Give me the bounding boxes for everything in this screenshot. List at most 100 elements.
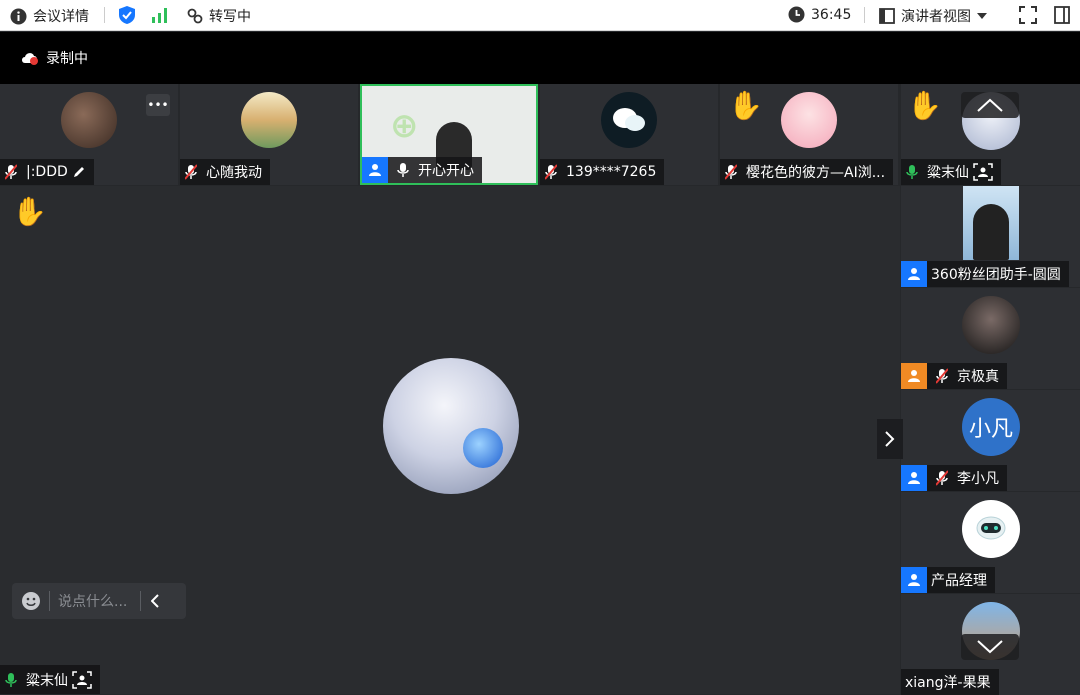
participant-label: xiang洋-果果 (901, 669, 999, 695)
mic-muted-icon (720, 159, 742, 185)
host-icon (362, 157, 388, 183)
video-person (973, 204, 1009, 260)
avatar-initials: 小凡 (968, 417, 1013, 442)
avatar (962, 296, 1020, 354)
chevron-up-icon (977, 98, 1003, 112)
chevron-down-icon (977, 640, 1003, 654)
speaker-label: 粱末仙 (0, 665, 100, 694)
participant-name: 心随我动 (206, 165, 262, 181)
transcribe-button[interactable]: 转写中 (187, 6, 251, 26)
avatar (61, 92, 117, 148)
cloud-record-icon (22, 53, 38, 65)
participant-tile[interactable]: 139****7265 (540, 84, 718, 185)
participant-name: 开心开心 (418, 163, 474, 179)
chat-bubble-icon (613, 108, 645, 131)
next-page-button[interactable] (877, 419, 903, 459)
participant-label: 开心开心 (362, 157, 482, 183)
participant-name: 139****7265 (566, 164, 657, 180)
participant-tile[interactable]: 360粉丝团助手-圆圆 (901, 186, 1080, 287)
mic-icon (901, 159, 923, 185)
avatar (781, 92, 837, 148)
screen-share-icon (973, 163, 993, 181)
participant-label: 粱末仙 (901, 159, 1001, 185)
participant-name: 李小凡 (957, 471, 999, 487)
mic-muted-icon (180, 159, 202, 185)
participant-label: |:DDD (0, 159, 94, 185)
participant-name: 粱末仙 (927, 165, 969, 181)
screen-share-icon (72, 670, 92, 689)
avatar (601, 92, 657, 148)
clock-icon (788, 6, 805, 23)
raised-hand-icon: ✋ (12, 195, 47, 228)
participant-name: 360粉丝团助手-圆圆 (931, 267, 1061, 283)
mic-muted-icon (0, 159, 22, 185)
emoji-icon[interactable] (21, 591, 41, 611)
participant-tile[interactable]: 小凡 李小凡 (901, 390, 1080, 491)
participant-name: 京极真 (957, 369, 999, 385)
chat-input-bar[interactable]: 说点什么... (12, 583, 186, 619)
info-icon (10, 8, 27, 24)
speaker-avatar (383, 358, 519, 494)
participant-tile[interactable]: 产品经理 (901, 492, 1080, 593)
participant-tile-active[interactable]: ⊕ 开心开心 (360, 84, 538, 185)
avatar (241, 92, 297, 148)
avatar: 小凡 (962, 398, 1020, 456)
mic-icon (392, 157, 414, 183)
participant-label: 360粉丝团助手-圆圆 (901, 261, 1069, 287)
participant-label: 李小凡 (901, 465, 1007, 491)
side-panel-icon[interactable] (1054, 6, 1070, 24)
divider (104, 7, 105, 23)
participant-name: |:DDD (26, 164, 68, 180)
robot-icon (976, 516, 1006, 540)
avatar (962, 500, 1020, 558)
shield-icon[interactable] (118, 5, 136, 25)
participant-tile[interactable]: 京极真 (901, 288, 1080, 389)
view-mode-label: 演讲者视图 (901, 9, 971, 25)
signal-icon[interactable] (151, 6, 169, 24)
divider (864, 7, 865, 23)
recording-label: 录制中 (46, 51, 88, 67)
view-mode-dropdown[interactable]: 演讲者视图 (879, 6, 987, 26)
participant-tile[interactable]: ••• |:DDD (0, 84, 178, 185)
scroll-down-button[interactable] (961, 634, 1019, 660)
transcribe-icon (187, 8, 203, 23)
host-icon (901, 567, 927, 593)
participant-label: 京极真 (901, 363, 1007, 389)
divider (140, 591, 141, 611)
mic-muted-icon (931, 465, 953, 491)
participant-tile[interactable]: ✋ 粱末仙 (901, 84, 1080, 185)
participant-name: 樱花色的彼方—AI浏... (746, 165, 886, 181)
mic-icon (0, 667, 22, 693)
participant-name: 产品经理 (931, 573, 987, 589)
mic-muted-icon (931, 363, 953, 389)
participant-tile[interactable]: ✋ 樱花色的彼方—AI浏... (720, 84, 898, 185)
fullscreen-icon[interactable] (1019, 6, 1037, 24)
meeting-details-label: 会议详情 (33, 9, 89, 25)
meeting-details-button[interactable]: 会议详情 (10, 6, 89, 26)
participant-tile[interactable]: xiang洋-果果 (901, 594, 1080, 695)
host-icon (901, 261, 927, 287)
layout-icon (879, 8, 895, 24)
chat-input[interactable]: 说点什么... (58, 591, 140, 611)
raised-hand-icon: ✋ (907, 89, 942, 122)
edit-icon[interactable] (72, 165, 86, 179)
host-icon (901, 465, 927, 491)
mic-muted-icon (540, 159, 562, 185)
top-toolbar: 会议详情 转写中 36:45 演讲者视图 (0, 0, 1080, 31)
scroll-up-button[interactable] (961, 92, 1019, 118)
participant-label: 心随我动 (180, 159, 270, 185)
participant-label: 139****7265 (540, 159, 665, 185)
participant-label: 产品经理 (901, 567, 995, 593)
participant-strip: ••• |:DDD 心随我动 ⊕ 开心开心 139****7265 ✋ 樱花色的… (0, 84, 900, 185)
participant-name: xiang洋-果果 (905, 675, 991, 691)
participant-tile[interactable]: 心随我动 (180, 84, 358, 185)
more-options-icon[interactable]: ••• (146, 94, 170, 116)
raised-hand-icon: ✋ (728, 89, 763, 122)
speaker-name: 粱末仙 (26, 672, 68, 689)
cohost-icon (901, 363, 927, 389)
chevron-down-icon (977, 13, 987, 19)
collapse-chat-icon[interactable] (151, 594, 159, 608)
chevron-right-icon (885, 431, 895, 447)
timer: 36:45 (788, 6, 851, 23)
transcribe-label: 转写中 (209, 9, 251, 25)
